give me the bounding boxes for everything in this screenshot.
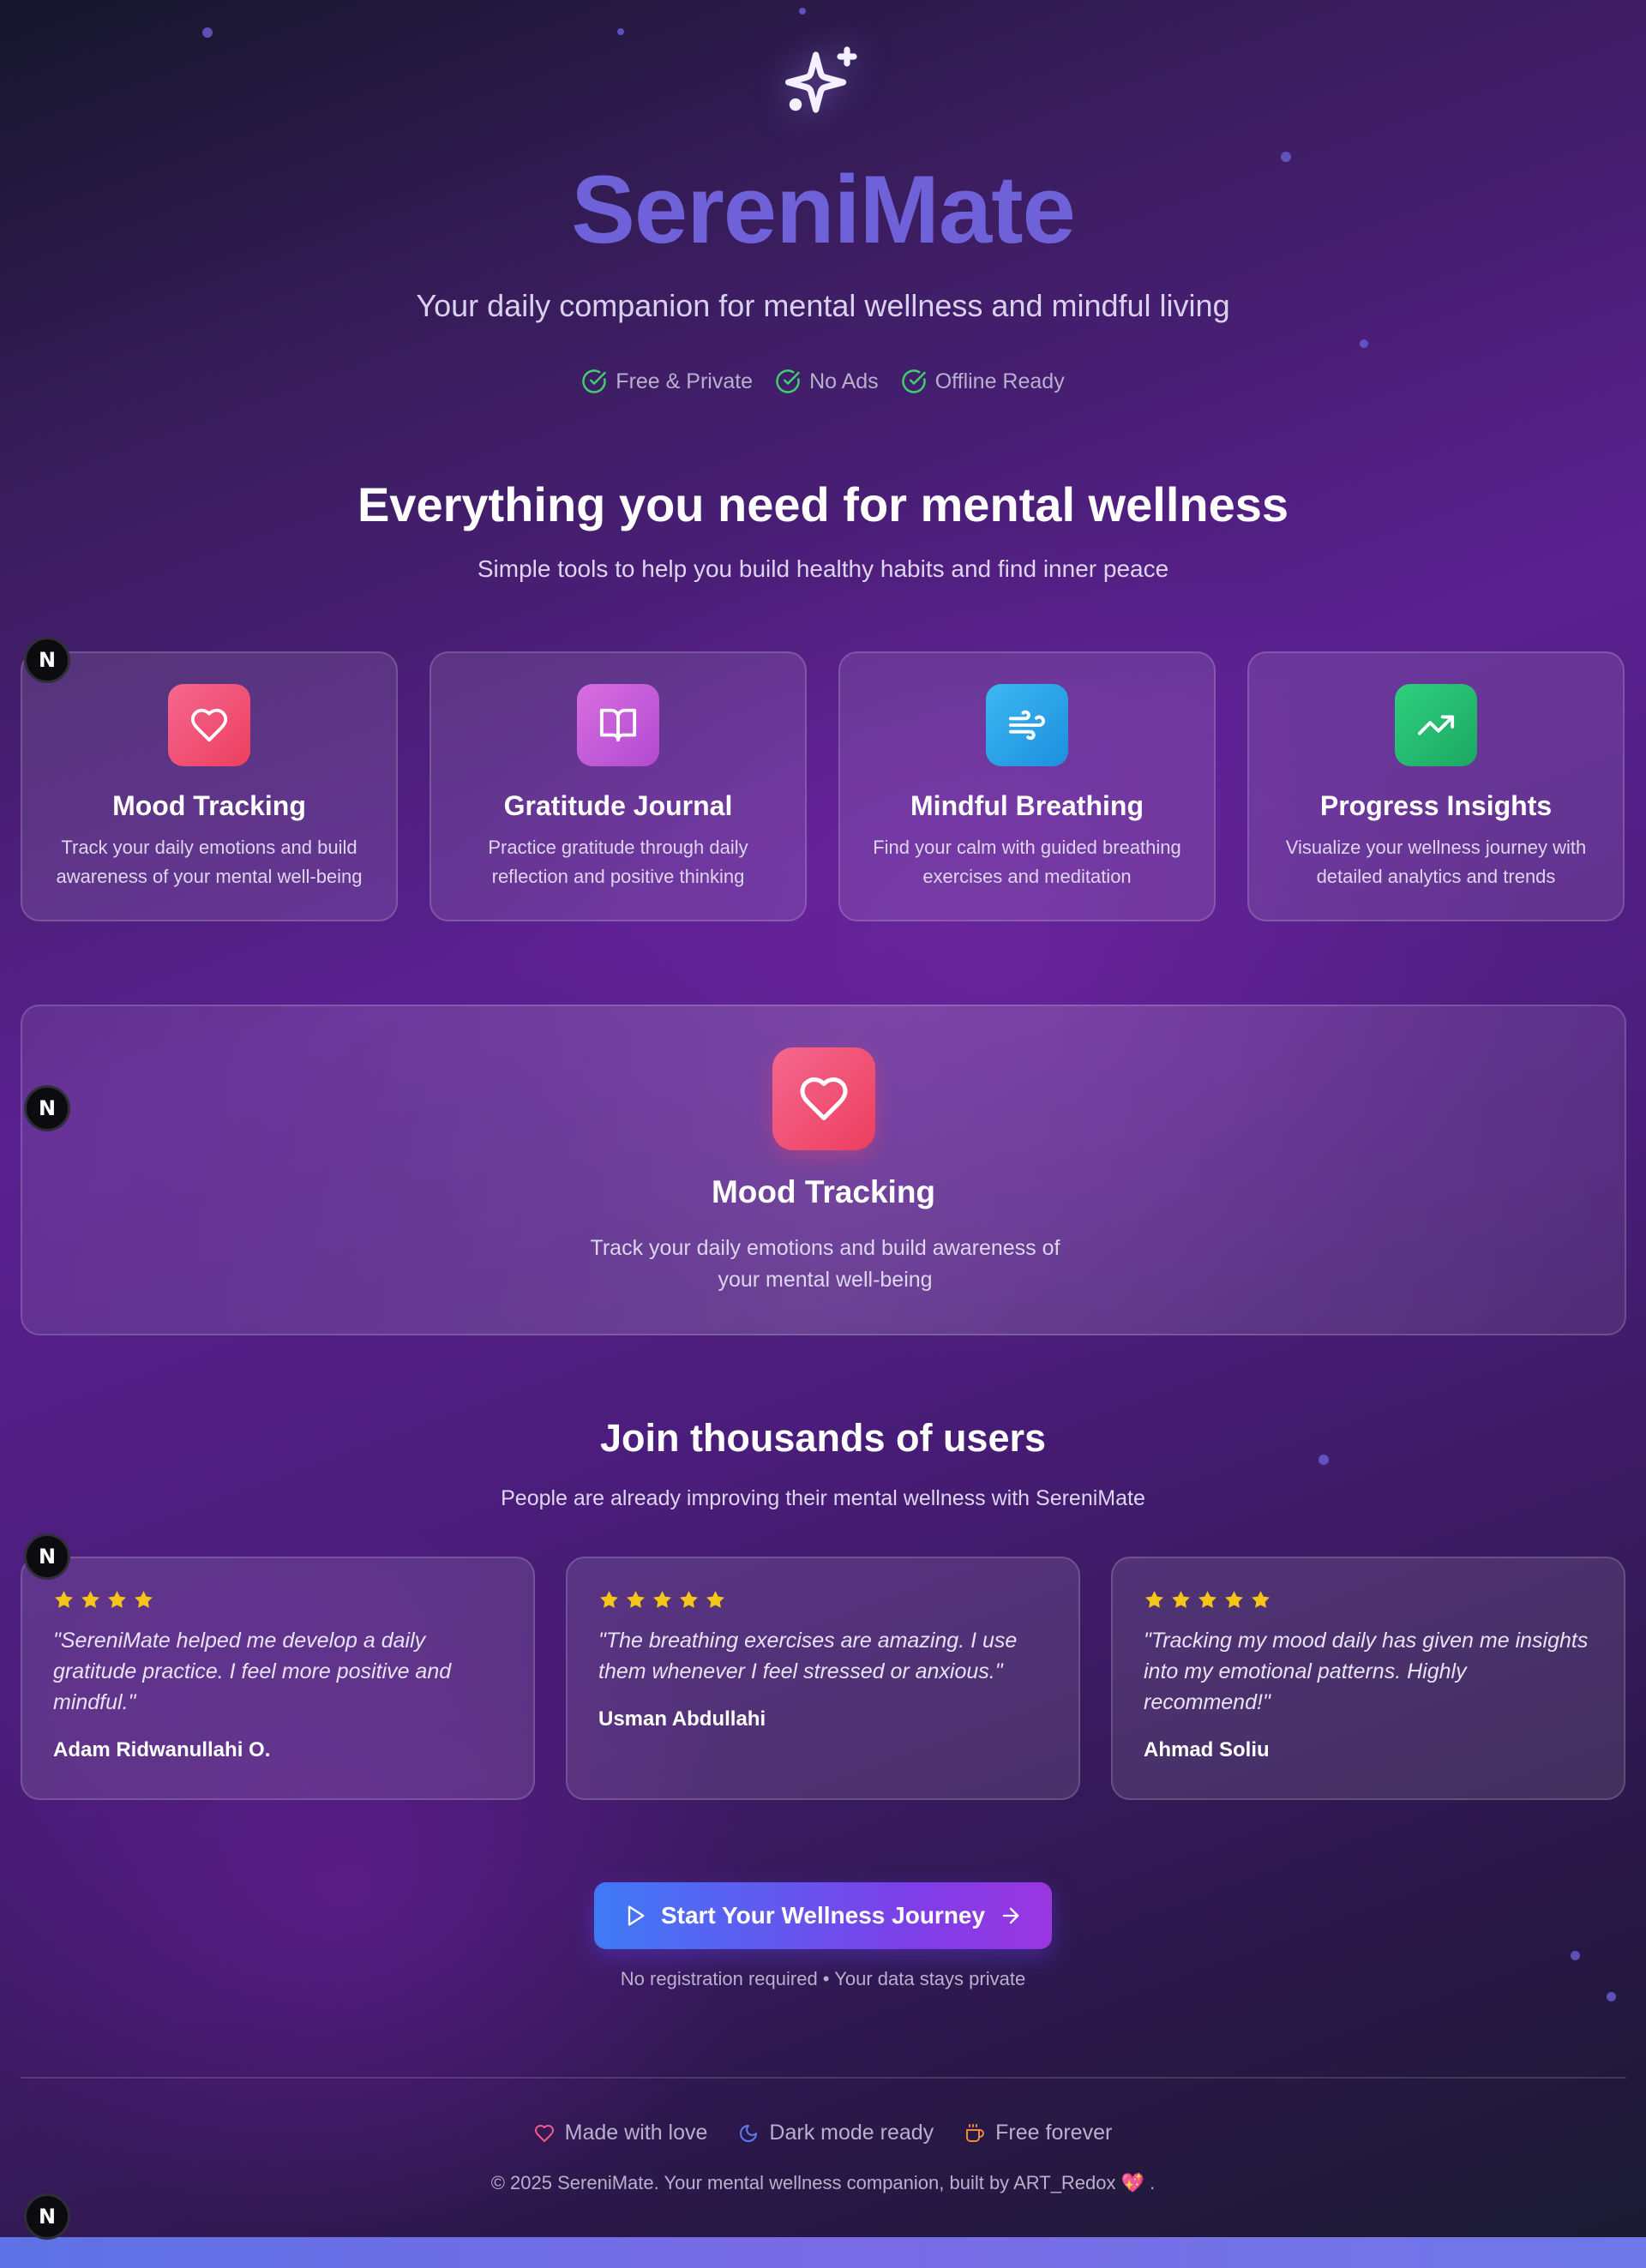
wind-icon	[986, 684, 1068, 766]
heart-icon	[534, 2124, 554, 2142]
feature-description: Track your daily emotions and build awar…	[56, 837, 363, 887]
highlight-title: Mood Tracking	[711, 1174, 936, 1209]
book-open-icon	[577, 684, 659, 766]
badge-no-ads: No Ads	[775, 369, 879, 394]
star-rating	[53, 1589, 154, 1611]
badge-label: No Ads	[809, 369, 879, 393]
brand-title: SereniMate	[571, 156, 1076, 263]
feature-description: Visualize your wellness journey with det…	[1285, 837, 1587, 887]
heart-icon	[168, 684, 250, 766]
highlight-description: Track your daily emotions and build awar…	[590, 1236, 1060, 1292]
feature-title: Mindful Breathing	[910, 790, 1144, 821]
star-rating	[1144, 1589, 1271, 1611]
testimonial-card: "The breathing exercises are amazing. I …	[566, 1557, 1080, 1800]
footer-features: Made with love Dark mode ready Free fore…	[0, 2121, 1646, 2145]
decorative-dot	[1571, 1951, 1580, 1960]
feature-description: Find your calm with guided breathing exe…	[873, 837, 1181, 887]
testimonial-card: "Tracking my mood daily has given me ins…	[1111, 1557, 1625, 1800]
check-circle-icon	[776, 369, 800, 393]
star-icon	[135, 1591, 153, 1608]
dev-badge[interactable]: N	[24, 2193, 70, 2240]
footer-item-free-forever: Free forever	[964, 2121, 1112, 2145]
testimonials-subtitle: People are already improving their menta…	[501, 1486, 1145, 1510]
star-icon	[600, 1591, 618, 1608]
dev-badge[interactable]: N	[24, 637, 70, 683]
star-icon	[55, 1591, 73, 1608]
feature-description: Practice gratitude through daily reflect…	[488, 837, 748, 887]
hero-tagline: Your daily companion for mental wellness…	[416, 288, 1230, 323]
testimonial-author: Adam Ridwanullahi O.	[53, 1738, 271, 1761]
start-journey-button[interactable]: Start Your Wellness Journey	[594, 1882, 1052, 1949]
check-circle-icon	[582, 369, 607, 393]
bottom-bar	[0, 2237, 1646, 2268]
features-title: Everything you need for mental wellness	[357, 477, 1289, 531]
star-icon	[1172, 1591, 1190, 1608]
decorative-dot	[799, 8, 806, 15]
star-icon	[627, 1591, 645, 1608]
testimonial-card: "SereniMate helped me develop a daily gr…	[21, 1557, 535, 1800]
dev-badge[interactable]: N	[24, 1085, 70, 1131]
dev-badge[interactable]: N	[24, 1533, 70, 1580]
star-icon	[680, 1591, 698, 1608]
feature-highlight-card[interactable]: Mood Tracking Track your daily emotions …	[21, 1005, 1626, 1335]
badge-label: Offline Ready	[934, 369, 1065, 393]
decorative-dot	[1607, 1992, 1616, 2001]
badge-free-private: Free & Private	[581, 369, 753, 394]
cta-label: Start Your Wellness Journey	[660, 1902, 986, 1929]
star-icon	[653, 1591, 671, 1608]
footer-item-label: Made with love	[564, 2121, 708, 2145]
testimonial-quote: "SereniMate helped me develop a daily gr…	[53, 1629, 452, 1714]
star-icon	[706, 1591, 724, 1608]
coffee-icon	[966, 2123, 985, 2142]
footer-item-label: Free forever	[995, 2121, 1113, 2145]
landing-page: SereniMate Your daily companion for ment…	[0, 0, 1646, 2268]
heart-icon	[772, 1047, 875, 1150]
star-icon	[1145, 1591, 1163, 1608]
copyright: © 2025 SereniMate. Your mental wellness …	[490, 2172, 1156, 2193]
decorative-dot	[617, 28, 624, 35]
star-icon	[1198, 1591, 1216, 1608]
feature-card-mood-tracking[interactable]: Mood Tracking Track your daily emotions …	[21, 651, 398, 921]
star-rating	[598, 1589, 726, 1611]
sparkles-icon	[780, 41, 866, 127]
arrow-right-icon	[1002, 1907, 1019, 1924]
star-icon	[1252, 1591, 1270, 1608]
feature-card-progress-insights[interactable]: Progress Insights Visualize your wellnes…	[1247, 651, 1625, 921]
star-icon	[81, 1591, 99, 1608]
testimonial-author: Ahmad Soliu	[1144, 1738, 1270, 1761]
testimonial-author: Usman Abdullahi	[598, 1707, 766, 1731]
play-icon	[628, 1905, 645, 1926]
feature-title: Progress Insights	[1319, 790, 1553, 821]
trending-up-icon	[1395, 684, 1477, 766]
decorative-dot	[1360, 339, 1368, 348]
testimonial-quote: "The breathing exercises are amazing. I …	[598, 1629, 1018, 1683]
features-subtitle: Simple tools to help you build healthy h…	[477, 555, 1169, 582]
feature-title: Gratitude Journal	[503, 790, 733, 821]
star-icon	[1225, 1591, 1243, 1608]
cta-note: No registration required • Your data sta…	[620, 1968, 1026, 1989]
footer-item-dark-mode: Dark mode ready	[738, 2121, 934, 2145]
feature-title: Mood Tracking	[112, 790, 306, 821]
footer-divider	[21, 2077, 1626, 2079]
footer-item-label: Dark mode ready	[769, 2121, 934, 2145]
footer-item-made-with-love: Made with love	[534, 2121, 708, 2145]
star-icon	[108, 1591, 126, 1608]
badge-label: Free & Private	[616, 369, 754, 393]
testimonial-quote: "Tracking my mood daily has given me ins…	[1144, 1629, 1589, 1714]
testimonials-title: Join thousands of users	[599, 1416, 1047, 1460]
hero-badges: Free & Private No Ads Offline Ready	[0, 369, 1646, 394]
badge-offline-ready: Offline Ready	[901, 369, 1065, 394]
moon-icon	[740, 2124, 758, 2142]
feature-card-gratitude-journal[interactable]: Gratitude Journal Practice gratitude thr…	[430, 651, 807, 921]
decorative-dot	[202, 27, 213, 38]
feature-card-mindful-breathing[interactable]: Mindful Breathing Find your calm with gu…	[838, 651, 1216, 921]
check-circle-icon	[901, 369, 926, 393]
